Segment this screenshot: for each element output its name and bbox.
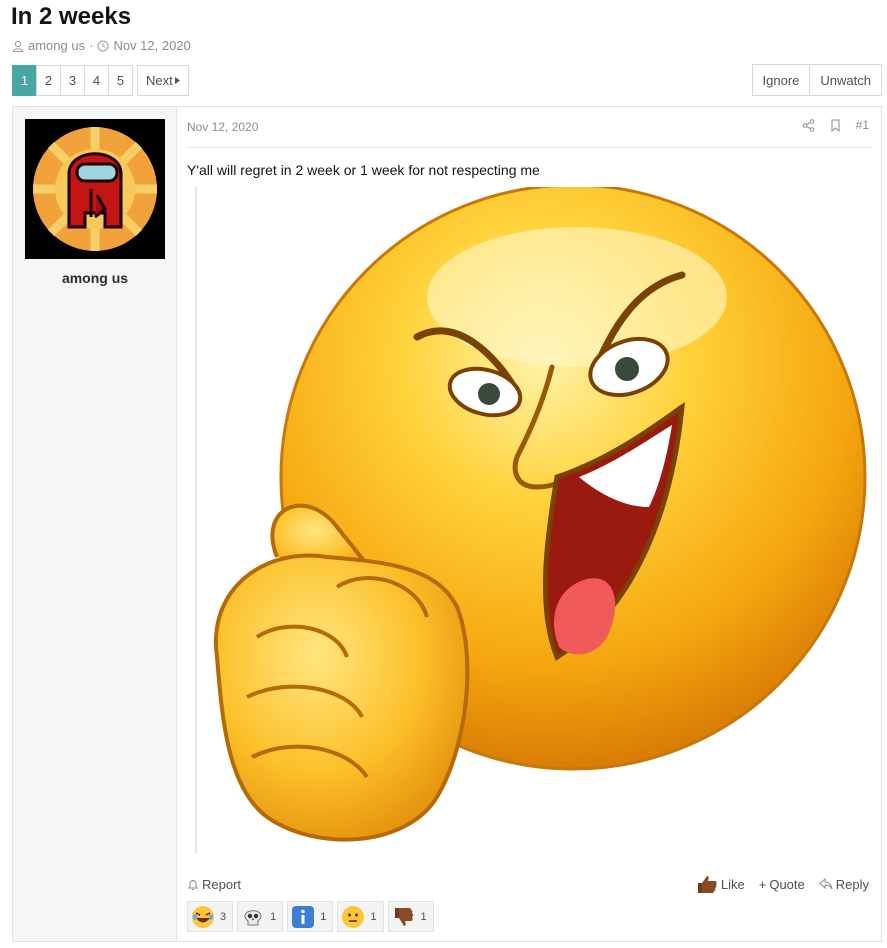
next-label: Next xyxy=(146,73,173,88)
post-actions: Like + Quote Reply xyxy=(696,873,869,895)
plus-icon: + xyxy=(758,876,767,892)
reply-button[interactable]: Reply xyxy=(819,877,869,892)
page-4-button[interactable]: 4 xyxy=(84,65,109,96)
reply-label: Reply xyxy=(835,876,869,892)
reaction-count: 1 xyxy=(420,910,427,923)
thread-actions: Ignore Unwatch xyxy=(751,64,882,96)
post-image-angry-emoji[interactable] xyxy=(195,187,872,853)
bell-icon xyxy=(188,879,198,890)
report-link[interactable]: Report xyxy=(187,877,241,892)
post-tools: #1 xyxy=(802,118,869,132)
reactions-bar: 3 1 1 1 1 xyxy=(187,901,434,932)
laugh-emoji-icon xyxy=(190,904,216,930)
reaction-count: 1 xyxy=(270,910,277,923)
next-page-button[interactable]: Next xyxy=(137,65,189,96)
report-label: Report xyxy=(202,877,242,892)
thread-meta: among us · Nov 12, 2020 xyxy=(12,38,191,53)
clock-icon xyxy=(97,40,109,51)
thumbs-up-icon xyxy=(697,876,717,893)
reply-icon xyxy=(819,878,833,890)
page-1-button[interactable]: 1 xyxy=(12,65,37,96)
post-number-link[interactable]: #1 xyxy=(856,118,869,132)
post-header-divider xyxy=(187,147,871,148)
reaction-neutral[interactable]: 1 xyxy=(337,901,384,932)
pagination: 1 2 3 4 5 Next xyxy=(12,65,189,96)
bookmark-icon[interactable] xyxy=(829,119,842,132)
post-username[interactable]: among us xyxy=(13,270,177,286)
like-label: Like xyxy=(720,876,745,892)
reaction-count: 3 xyxy=(220,910,227,923)
reaction-thumbs-down[interactable]: 1 xyxy=(387,901,434,932)
user-avatar[interactable] xyxy=(25,119,165,259)
caret-right-icon xyxy=(174,77,180,84)
user-icon xyxy=(12,40,24,52)
reaction-count: 1 xyxy=(370,910,377,923)
page-5-button[interactable]: 5 xyxy=(108,65,133,96)
meta-separator: · xyxy=(89,38,94,53)
neutral-face-emoji-icon xyxy=(340,904,366,930)
reaction-count: 1 xyxy=(320,910,327,923)
skull-emoji-icon xyxy=(240,904,266,930)
page-3-button[interactable]: 3 xyxy=(60,65,85,96)
reaction-laugh[interactable]: 3 xyxy=(187,901,234,932)
quote-button[interactable]: + Quote xyxy=(759,877,805,892)
unwatch-button[interactable]: Unwatch xyxy=(809,64,882,96)
thread-author-link[interactable]: among us xyxy=(28,38,85,53)
share-icon[interactable] xyxy=(802,118,815,132)
among-us-avatar-image xyxy=(25,119,165,259)
thread-title: In 2 weeks xyxy=(11,3,132,30)
thumbs-down-emoji-icon xyxy=(391,904,417,930)
like-button[interactable]: Like xyxy=(696,873,745,895)
quote-label: Quote xyxy=(769,876,805,892)
post-date[interactable]: Nov 12, 2020 xyxy=(187,120,258,134)
reaction-info[interactable]: 1 xyxy=(287,901,334,932)
post-body-text: Y'all will regret in 2 week or 1 week fo… xyxy=(187,162,540,178)
post-main-column: Nov 12, 2020 #1 Y'all will regret in 2 w… xyxy=(177,107,881,941)
page-2-button[interactable]: 2 xyxy=(36,65,61,96)
ignore-button[interactable]: Ignore xyxy=(751,64,811,96)
thread-date-link[interactable]: Nov 12, 2020 xyxy=(113,38,190,53)
post-user-column: among us xyxy=(13,107,177,941)
post-container: among us Nov 12, 2020 #1 Y'all will regr… xyxy=(12,106,882,942)
info-emoji-icon xyxy=(290,904,316,930)
angry-pointing-emoji-image xyxy=(213,187,867,842)
reaction-skull[interactable]: 1 xyxy=(237,901,284,932)
